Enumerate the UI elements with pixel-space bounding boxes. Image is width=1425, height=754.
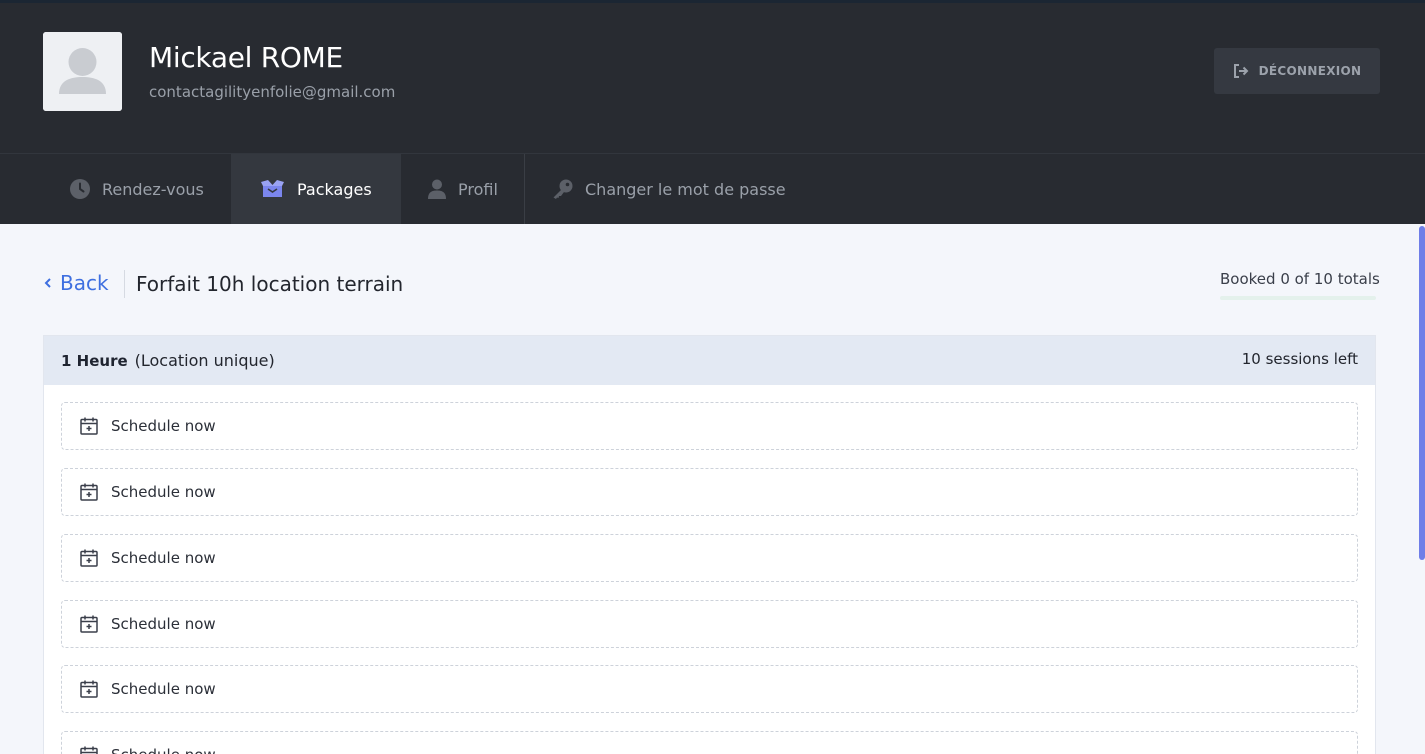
schedule-now-label: Schedule now <box>111 549 216 567</box>
schedule-now-button[interactable]: Schedule now <box>61 665 1358 713</box>
tab-label: Rendez-vous <box>102 179 204 199</box>
calendar-plus-icon <box>80 483 98 501</box>
chevron-left-icon <box>44 278 51 288</box>
title-divider <box>124 270 125 298</box>
user-placeholder-icon <box>43 32 122 111</box>
tab-divider <box>524 154 525 224</box>
schedule-now-label: Schedule now <box>111 483 216 501</box>
service-type: (Location unique) <box>134 351 275 370</box>
schedule-now-button[interactable]: Schedule now <box>61 731 1358 754</box>
schedule-now-button[interactable]: Schedule now <box>61 600 1358 648</box>
page-scrollbar[interactable] <box>1419 226 1425 560</box>
account-nav: Rendez-vous Packages Profil Changer le m… <box>0 153 1425 224</box>
calendar-plus-icon <box>80 417 98 435</box>
schedule-now-label: Schedule now <box>111 615 216 633</box>
profile-header: Mickael ROME contactagilityenfolie@gmail… <box>0 0 1425 153</box>
service-card-header: 1 Heure (Location unique) 10 sessions le… <box>44 336 1375 385</box>
schedule-now-label: Schedule now <box>111 680 216 698</box>
tab-rendez-vous[interactable]: Rendez-vous <box>70 154 204 224</box>
schedule-now-label: Schedule now <box>111 417 216 435</box>
calendar-plus-icon <box>80 615 98 633</box>
calendar-plus-icon <box>80 680 98 698</box>
schedule-now-button[interactable]: Schedule now <box>61 534 1358 582</box>
tab-label: Packages <box>297 179 372 199</box>
logout-button[interactable]: DÉCONNEXION <box>1214 48 1380 94</box>
schedule-now-label: Schedule now <box>111 746 216 754</box>
sessions-left: 10 sessions left <box>1241 350 1358 368</box>
booked-progress-bar <box>1220 296 1376 300</box>
schedule-now-button[interactable]: Schedule now <box>61 468 1358 516</box>
key-icon <box>553 179 573 199</box>
user-email: contactagilityenfolie@gmail.com <box>149 83 396 101</box>
calendar-plus-icon <box>80 746 98 754</box>
package-title: Forfait 10h location terrain <box>136 272 404 296</box>
logout-label: DÉCONNEXION <box>1258 64 1362 78</box>
tab-label: Profil <box>458 179 498 199</box>
tab-changer-mot-de-passe[interactable]: Changer le mot de passe <box>552 154 786 224</box>
tab-label: Changer le mot de passe <box>585 179 786 199</box>
clock-icon <box>70 179 90 199</box>
calendar-plus-icon <box>80 549 98 567</box>
service-card: 1 Heure (Location unique) 10 sessions le… <box>43 335 1376 754</box>
box-icon <box>261 180 284 197</box>
sign-out-icon <box>1233 64 1249 78</box>
service-name: 1 Heure <box>61 351 128 370</box>
user-name: Mickael ROME <box>149 41 343 74</box>
booked-summary: Booked 0 of 10 totals <box>1220 270 1380 288</box>
back-link[interactable]: Back <box>43 271 109 295</box>
back-label: Back <box>60 271 109 295</box>
user-icon <box>428 179 446 199</box>
tab-profil[interactable]: Profil <box>428 154 498 224</box>
tab-packages[interactable]: Packages <box>231 154 401 224</box>
schedule-now-button[interactable]: Schedule now <box>61 402 1358 450</box>
avatar <box>43 32 122 111</box>
